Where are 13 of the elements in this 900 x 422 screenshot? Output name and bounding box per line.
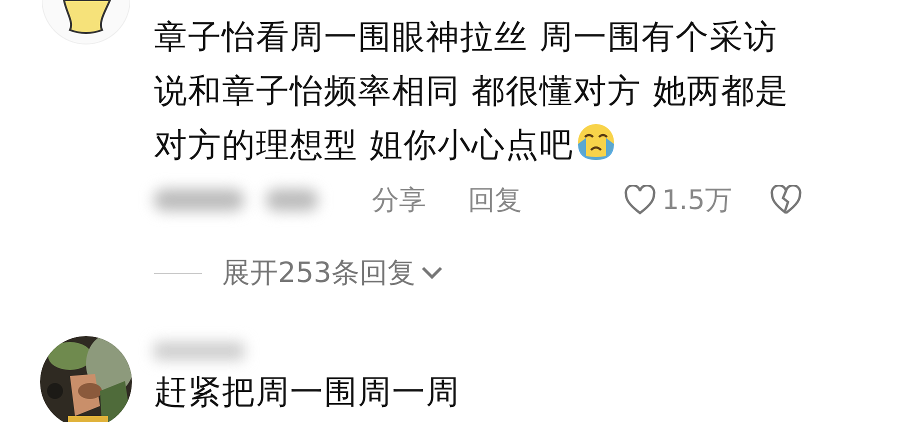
- comment-text: 说和章子怡频率相同 都很懂对方 她两都是: [154, 71, 789, 110]
- comment-text: 章子怡看周一围眼神拉丝 周一围有个采访: [154, 17, 778, 56]
- chevron-down-icon: [421, 266, 444, 280]
- avatar-icon: [42, 0, 130, 45]
- blurred-location: [266, 189, 318, 211]
- reply-link[interactable]: 回复: [468, 182, 522, 218]
- comment-text: 对方的理想型 姐你小心点吧: [154, 125, 574, 164]
- heart-icon[interactable]: [624, 185, 656, 215]
- comment-text: 赶紧把周一围周一周: [154, 372, 460, 411]
- expand-replies-link[interactable]: 展开253条回复: [222, 254, 444, 292]
- share-link[interactable]: 分享: [372, 182, 426, 218]
- broken-heart-icon[interactable]: [770, 185, 802, 215]
- like-count: 1.5万: [662, 184, 732, 218]
